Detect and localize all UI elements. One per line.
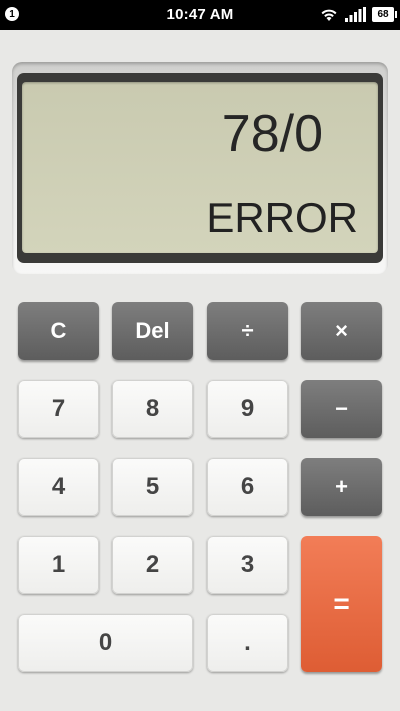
wifi-icon: [321, 9, 337, 21]
plus-button[interactable]: +: [301, 458, 382, 516]
digit-3-button[interactable]: 3: [207, 536, 288, 594]
digit-8-button[interactable]: 8: [112, 380, 193, 438]
digit-2-button[interactable]: 2: [112, 536, 193, 594]
expression-text: 78/0: [221, 105, 323, 163]
delete-button[interactable]: Del: [112, 302, 193, 360]
minus-button[interactable]: −: [301, 380, 382, 438]
digit-4-button[interactable]: 4: [18, 458, 99, 516]
decimal-button[interactable]: .: [207, 614, 288, 672]
status-bar: 1 10:47 AM 68: [0, 0, 400, 30]
result-text: ERROR: [206, 194, 358, 241]
signal-icon: [345, 7, 366, 22]
divide-button[interactable]: ÷: [207, 302, 288, 360]
digit-1-button[interactable]: 1: [18, 536, 99, 594]
clear-button[interactable]: C: [18, 302, 99, 360]
battery-icon: 68: [372, 7, 397, 22]
equals-button[interactable]: =: [301, 536, 382, 672]
status-time: 10:47 AM: [166, 6, 234, 23]
digit-7-button[interactable]: 7: [18, 380, 99, 438]
calculator-display: 78/0 ERROR: [22, 82, 378, 253]
digit-6-button[interactable]: 6: [207, 458, 288, 516]
digit-0-button[interactable]: 0: [18, 614, 193, 672]
digit-9-button[interactable]: 9: [207, 380, 288, 438]
multiply-button[interactable]: ×: [301, 302, 382, 360]
digit-5-button[interactable]: 5: [112, 458, 193, 516]
